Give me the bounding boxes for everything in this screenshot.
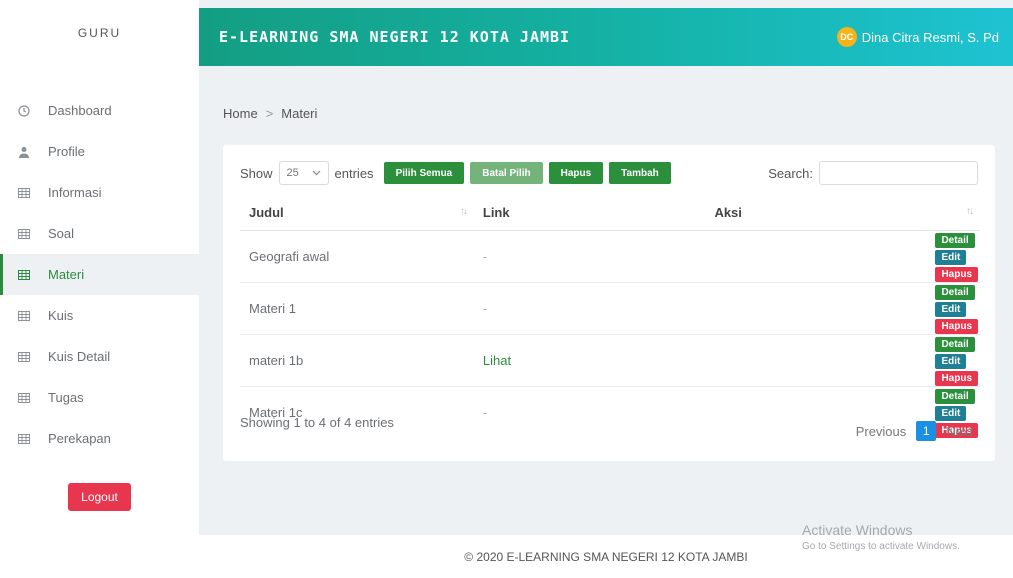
sidebar-item-perekapan[interactable]: Perekapan: [0, 418, 199, 459]
sidebar-brand: GURU: [77, 26, 122, 40]
table-info: Showing 1 to 4 of 4 entries: [240, 415, 394, 430]
search-box: Search:: [768, 161, 978, 185]
breadcrumb-current: Materi: [281, 106, 318, 121]
sidebar: GURU Dashboard Profile Informasi Soal Ma…: [0, 0, 199, 578]
column-header-link[interactable]: Link: [473, 195, 706, 231]
entries-select[interactable]: 25: [278, 161, 329, 185]
sidebar-item-tugas[interactable]: Tugas: [0, 377, 199, 418]
table-icon: [18, 351, 30, 363]
sidebar-item-soal[interactable]: Soal: [0, 213, 199, 254]
sidebar-item-label: Kuis: [48, 308, 74, 323]
previous-button[interactable]: Previous: [856, 424, 907, 439]
footer-text: © 2020 E-LEARNING SMA NEGERI 12 KOTA JAM…: [464, 549, 748, 564]
table-header-row: Judul ↑↓ Link Aksi ↑↓: [240, 195, 980, 231]
cell-judul: Geografi awal: [240, 230, 474, 283]
table-toolbar: Show 25 entries Pilih Semua Batal Pilih …: [240, 160, 978, 186]
table-row: materi 1b Lihat DetailEditHapus: [240, 334, 980, 387]
table-row: Materi 1 - DetailEditHapus: [240, 282, 980, 335]
page-1-button[interactable]: 1: [916, 421, 937, 441]
chevron-down-icon: [312, 167, 321, 179]
cell-judul: materi 1b: [240, 334, 474, 387]
logout-container: Logout: [0, 483, 199, 511]
search-input[interactable]: [819, 161, 978, 185]
top-header: E-LEARNING SMA NEGERI 12 KOTA JAMBI DC D…: [199, 8, 1013, 66]
next-button[interactable]: Next: [946, 424, 973, 439]
user-menu[interactable]: DC Dina Citra Resmi, S. Pd: [836, 27, 999, 47]
cell-link-lihat[interactable]: Lihat: [473, 334, 706, 387]
edit-button[interactable]: Edit: [935, 249, 967, 265]
delete-selected-button[interactable]: Hapus: [548, 162, 604, 184]
table-icon: [18, 433, 30, 445]
materi-card: Show 25 entries Pilih Semua Batal Pilih …: [223, 145, 995, 461]
entries-value: 25: [286, 167, 299, 179]
sidebar-item-label: Tugas: [48, 390, 84, 405]
select-all-button[interactable]: Pilih Semua: [383, 162, 465, 184]
sidebar-item-kuis[interactable]: Kuis: [0, 295, 199, 336]
sidebar-item-label: Materi: [48, 267, 85, 282]
breadcrumb-separator: >: [265, 106, 274, 121]
delete-button[interactable]: Hapus: [935, 370, 978, 386]
sidebar-item-dashboard[interactable]: Dashboard: [0, 90, 199, 131]
edit-button[interactable]: Edit: [935, 353, 967, 369]
table-icon: [18, 228, 30, 240]
column-header-aksi[interactable]: Aksi ↑↓: [705, 195, 980, 231]
sidebar-item-profile[interactable]: Profile: [0, 131, 199, 172]
detail-button[interactable]: Detail: [935, 284, 975, 300]
delete-button[interactable]: Hapus: [935, 318, 978, 334]
sidebar-item-label: Perekapan: [48, 431, 111, 446]
edit-button[interactable]: Edit: [935, 405, 967, 421]
detail-button[interactable]: Detail: [935, 336, 975, 352]
cell-judul: Materi 1: [240, 282, 474, 335]
sort-icon: ↑↓: [459, 206, 468, 217]
cell-link: -: [473, 282, 706, 335]
user-name: Dina Citra Resmi, S. Pd: [861, 29, 999, 45]
sidebar-item-label: Kuis Detail: [48, 349, 111, 364]
pagination: Previous 1 Next: [856, 421, 973, 441]
sidebar-item-materi[interactable]: Materi: [0, 254, 199, 295]
delete-button[interactable]: Hapus: [935, 266, 978, 282]
cell-aksi: DetailEditHapus: [705, 334, 980, 387]
edit-button[interactable]: Edit: [935, 301, 967, 317]
sidebar-item-informasi[interactable]: Informasi: [0, 172, 199, 213]
user-icon: [18, 146, 30, 158]
sidebar-nav: Dashboard Profile Informasi Soal Materi: [0, 90, 199, 459]
watermark-title: Activate Windows: [802, 522, 913, 538]
table-icon: [18, 187, 30, 199]
show-label: Show: [240, 165, 273, 181]
entries-label: entries: [334, 165, 374, 181]
cell-aksi: DetailEditHapus: [705, 282, 980, 335]
table-icon: [18, 392, 30, 404]
sidebar-item-label: Profile: [48, 144, 85, 159]
cell-link: -: [473, 230, 706, 283]
breadcrumb-home[interactable]: Home: [223, 106, 258, 121]
cell-aksi: DetailEditHapus: [705, 230, 980, 283]
add-button[interactable]: Tambah: [609, 162, 671, 184]
avatar: DC: [836, 27, 857, 47]
detail-button[interactable]: Detail: [935, 388, 975, 404]
table-icon: [18, 310, 30, 322]
logout-button[interactable]: Logout: [68, 483, 131, 511]
search-label: Search:: [768, 165, 813, 181]
sidebar-item-label: Informasi: [48, 185, 102, 200]
sidebar-item-label: Dashboard: [48, 103, 112, 118]
cancel-select-button[interactable]: Batal Pilih: [470, 162, 543, 184]
sidebar-item-label: Soal: [48, 226, 75, 241]
detail-button[interactable]: Detail: [935, 232, 975, 248]
table-icon: [18, 269, 30, 281]
cell-link: -: [482, 404, 488, 420]
sidebar-item-kuis-detail[interactable]: Kuis Detail: [0, 336, 199, 377]
watermark-subtitle: Go to Settings to activate Windows.: [802, 541, 960, 552]
table-row: Geografi awal - DetailEditHapus: [240, 230, 980, 283]
sort-icon: ↑↓: [966, 206, 974, 217]
breadcrumb: Home > Materi: [223, 106, 317, 121]
clock-icon: [18, 104, 30, 117]
column-header-judul[interactable]: Judul ↑↓: [240, 195, 474, 231]
materi-table: Judul ↑↓ Link Aksi ↑↓ Geografi awal - De…: [240, 195, 980, 438]
activate-windows-watermark: Activate Windows Go to Settings to activ…: [802, 522, 960, 552]
site-title: E-LEARNING SMA NEGERI 12 KOTA JAMBI: [219, 28, 571, 46]
